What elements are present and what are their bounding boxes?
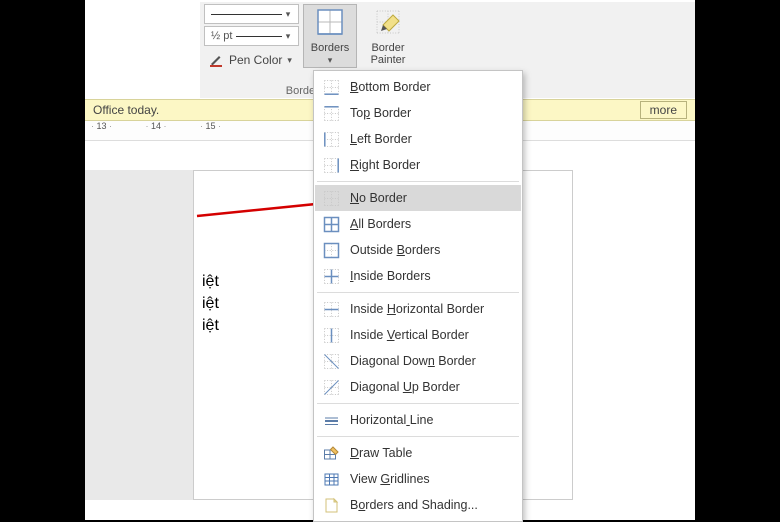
menu-item-left[interactable]: Left Border: [315, 126, 521, 152]
menu-item-label: Inside Horizontal Border: [350, 302, 484, 316]
border-outside-icon: [322, 241, 340, 259]
menu-item-outside[interactable]: Outside Borders: [315, 237, 521, 263]
border-painter-button[interactable]: BorderPainter: [361, 4, 415, 68]
border-painter-label-1: Border: [371, 42, 404, 54]
menu-item-draw[interactable]: Draw Table: [315, 440, 521, 466]
chevron-down-icon: ▾: [282, 9, 294, 20]
menu-item-ddown[interactable]: Diagonal Down Border: [315, 348, 521, 374]
menu-item-bottom[interactable]: Bottom Border: [315, 74, 521, 100]
hline-icon: [322, 411, 340, 429]
menu-item-label: Right Border: [350, 158, 420, 172]
border-in-v-icon: [322, 326, 340, 344]
menu-item-label: Inside Vertical Border: [350, 328, 469, 342]
menu-item-label: Bottom Border: [350, 80, 431, 94]
chevron-down-icon: ▾: [287, 55, 292, 66]
ruler-tick: 14: [146, 121, 198, 131]
message-bar-more-button[interactable]: more: [640, 101, 687, 119]
menu-separator: [317, 436, 519, 437]
borders-split-button[interactable]: Borders ▾: [303, 4, 357, 68]
pen-color-label: Pen Color: [229, 53, 282, 67]
line-style-dropdown[interactable]: ▾: [204, 4, 299, 24]
border-diag-up-icon: [322, 378, 340, 396]
menu-item-label: Left Border: [350, 132, 412, 146]
menu-item-label: No Border: [350, 191, 407, 205]
menu-item-label: Diagonal Down Border: [350, 354, 476, 368]
border-none-icon: [322, 189, 340, 207]
message-bar-text: Office today.: [93, 103, 159, 117]
borders-dropdown-menu[interactable]: Bottom Border Top Border Left Border Right …: [313, 70, 523, 522]
menu-item-right[interactable]: Right Border: [315, 152, 521, 178]
page-gutter: [85, 170, 193, 500]
pen-color-dropdown[interactable]: Pen Color ▾: [204, 49, 299, 71]
border-inside-icon: [322, 267, 340, 285]
menu-item-hline[interactable]: Horizontal Line: [315, 407, 521, 433]
menu-item-grid[interactable]: View Gridlines: [315, 466, 521, 492]
border-painter-label-2: Painter: [371, 54, 406, 66]
border-in-h-icon: [322, 300, 340, 318]
line-weight-label: ½ pt: [211, 30, 232, 42]
menu-item-label: Outside Borders: [350, 243, 440, 257]
ruler-tick: 13: [91, 121, 143, 131]
chevron-down-icon: ▾: [328, 55, 333, 66]
menu-item-inside[interactable]: Inside Borders: [315, 263, 521, 289]
border-bottom-icon: [322, 78, 340, 96]
border-all-icon: [322, 215, 340, 233]
border-top-icon: [322, 104, 340, 122]
menu-item-label: All Borders: [350, 217, 411, 231]
border-right-icon: [322, 156, 340, 174]
ruler-tick: 15: [200, 121, 252, 131]
menu-item-iv[interactable]: Inside Vertical Border: [315, 322, 521, 348]
menu-item-label: Diagonal Up Border: [350, 380, 460, 394]
menu-item-label: Inside Borders: [350, 269, 431, 283]
menu-separator: [317, 181, 519, 182]
doc-icon: [322, 496, 340, 514]
menu-item-label: View Gridlines: [350, 472, 430, 486]
border-left-icon: [322, 130, 340, 148]
border-diag-down-icon: [322, 352, 340, 370]
menu-item-label: Top Border: [350, 106, 411, 120]
menu-item-top[interactable]: Top Border: [315, 100, 521, 126]
menu-item-none[interactable]: No Border: [315, 185, 521, 211]
menu-item-label: Draw Table: [350, 446, 412, 460]
borders-icon: [315, 7, 345, 40]
menu-item-dup[interactable]: Diagonal Up Border: [315, 374, 521, 400]
menu-item-all[interactable]: All Borders: [315, 211, 521, 237]
chevron-down-icon: ▾: [282, 31, 294, 42]
menu-item-label: Borders and Shading...: [350, 498, 478, 512]
border-painter-icon: [373, 7, 403, 40]
draw-table-icon: [322, 444, 340, 462]
menu-separator: [317, 292, 519, 293]
menu-separator: [317, 403, 519, 404]
line-weight-dropdown[interactable]: ½ pt ▾: [204, 26, 299, 46]
borders-button-label: Borders: [311, 42, 350, 54]
view-gridlines-icon: [322, 470, 340, 488]
menu-item-ih[interactable]: Inside Horizontal Border: [315, 296, 521, 322]
menu-item-shade[interactable]: Borders and Shading...: [315, 492, 521, 518]
pen-color-icon: [208, 52, 224, 68]
menu-item-label: Horizontal Line: [350, 413, 433, 427]
